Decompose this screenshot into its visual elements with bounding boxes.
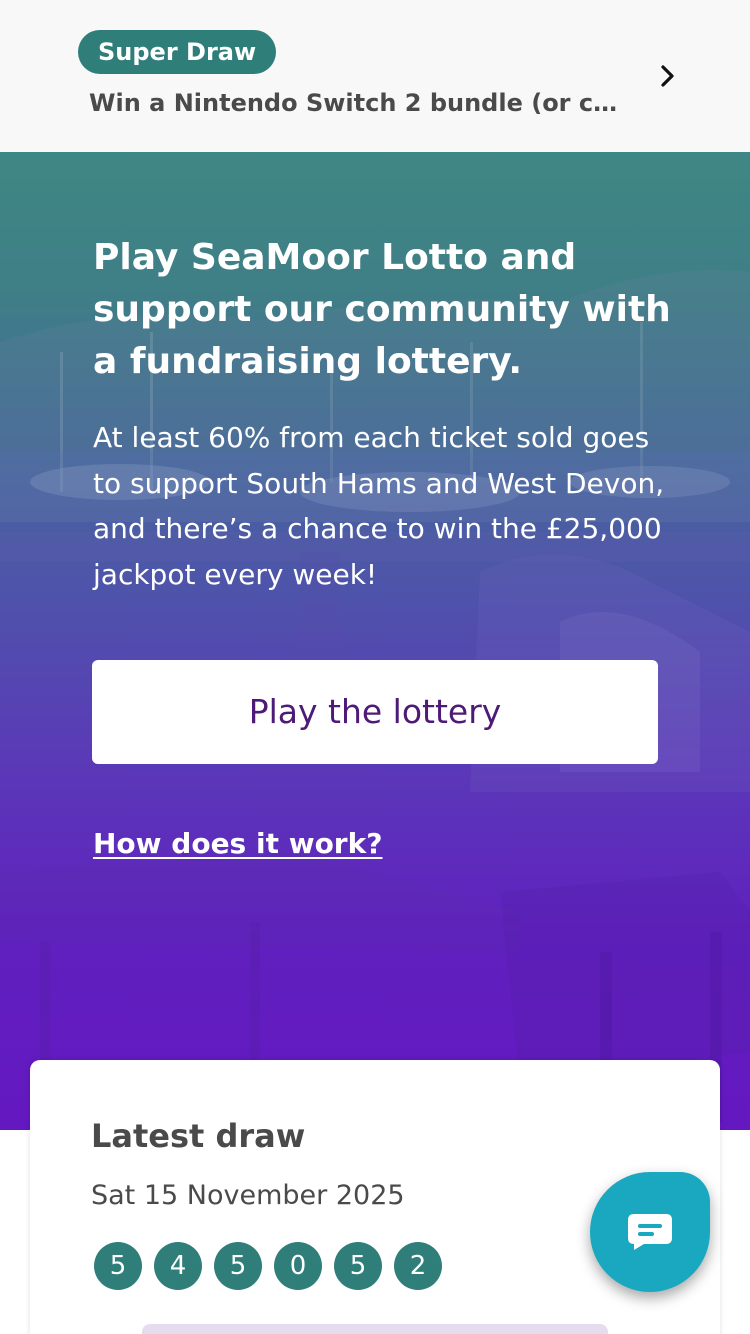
chat-launcher-button[interactable] xyxy=(590,1172,710,1292)
super-draw-banner[interactable]: Super Draw Win a Nintendo Switch 2 bundl… xyxy=(0,0,750,152)
draw-number-ball: 5 xyxy=(94,1242,142,1290)
super-draw-badge: Super Draw xyxy=(78,30,277,74)
how-does-it-work-link[interactable]: How does it work? xyxy=(93,824,382,864)
draw-number-ball: 4 xyxy=(154,1242,202,1290)
draw-number-ball: 5 xyxy=(214,1242,262,1290)
chevron-right-icon[interactable] xyxy=(654,62,682,90)
draw-numbers: 5 4 5 0 5 2 xyxy=(94,1242,442,1290)
latest-draw-date: Sat 15 November 2025 xyxy=(91,1180,405,1211)
draw-number-ball: 5 xyxy=(334,1242,382,1290)
hero-section: Play SeaMoor Lotto and support our commu… xyxy=(0,152,750,1130)
chat-bubble-icon xyxy=(628,1214,672,1250)
latest-draw-title: Latest draw xyxy=(91,1117,306,1155)
draw-number-ball: 0 xyxy=(274,1242,322,1290)
play-lottery-button[interactable]: Play the lottery xyxy=(92,660,658,764)
super-draw-text: Win a Nintendo Switch 2 bundle (or c… xyxy=(89,89,618,117)
page: Super Draw Win a Nintendo Switch 2 bundl… xyxy=(0,0,750,1334)
draw-results-bar xyxy=(142,1324,608,1334)
hero-title: Play SeaMoor Lotto and support our commu… xyxy=(93,237,671,382)
hero-description: At least 60% from each ticket sold goes … xyxy=(93,421,665,591)
draw-number-ball: 2 xyxy=(394,1242,442,1290)
